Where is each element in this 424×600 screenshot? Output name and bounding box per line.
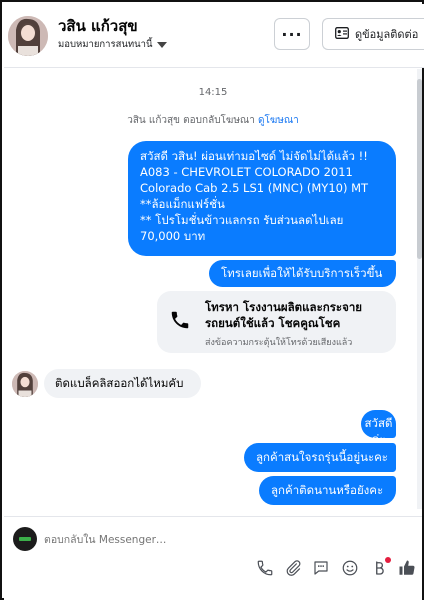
phone-icon xyxy=(169,309,191,331)
outgoing-message-bubble: ลูกค้าสนใจรถรุ่นนี้อยู่นะคะ xyxy=(244,443,396,472)
call-card-subtitle: ส่งข้อความกระตุ้นให้โทรด้วยเสียงแล้ว xyxy=(205,338,353,348)
call-card-title: โทรหา โรงงานผลิตและกระจายรถยนต์ใช้แล้ว โ… xyxy=(205,300,363,330)
payment-icon[interactable] xyxy=(370,557,391,577)
like-icon[interactable] xyxy=(398,559,416,577)
contact-card-icon xyxy=(335,26,349,42)
page-logo-icon xyxy=(13,527,37,551)
saved-reply-icon[interactable] xyxy=(312,559,330,577)
notification-dot xyxy=(385,557,391,563)
ad-line: ** โปรโมชั่นข้าวแลกรถ รับส่วนลดไปเลย xyxy=(140,213,344,227)
incoming-message-bubble: ติดแบล็คลิสออกได้ไหมคับ xyxy=(44,369,201,398)
ad-line: 70,000 บาท xyxy=(140,229,206,243)
call-cta-bubble: โทรเลยเพื่อให้ได้รับบริการเร็วขึ้น xyxy=(209,260,396,287)
message-composer xyxy=(4,516,422,600)
assign-conversation-dropdown[interactable]: มอบหมายการสนทนานี้ xyxy=(58,37,167,52)
phone-icon[interactable] xyxy=(256,559,274,577)
sender-avatar xyxy=(12,371,38,397)
assign-label: มอบหมายการสนทนานี้ xyxy=(58,39,153,50)
ad-reply-notice: วสิน แก้วสุข ตอบกลับโฆษณา ดูโฆษณา xyxy=(4,113,422,128)
attachment-icon[interactable] xyxy=(284,559,302,577)
ad-line: Colorado Cab 2.5 LS1 (MNC) (MY10) MT xyxy=(140,181,369,195)
view-ad-link[interactable]: ดูโฆษณา xyxy=(258,115,299,126)
more-options-button[interactable]: ··· xyxy=(274,18,310,50)
ad-reply-text: วสิน แก้วสุข ตอบกลับโฆษณา xyxy=(127,115,255,126)
scrollbar-thumb[interactable] xyxy=(417,79,422,259)
ad-line: **ล้อแม็กแฟร์ชั่น xyxy=(140,197,225,211)
call-card[interactable]: โทรหา โรงงานผลิตและกระจายรถยนต์ใช้แล้ว โ… xyxy=(157,291,396,353)
view-contact-info-button[interactable]: ดูข้อมูลติดต่อ xyxy=(322,18,424,50)
message-timestamp: 14:15 xyxy=(198,87,228,98)
outgoing-message-bubble: ลูกค้าติดนานหรือยังคะ xyxy=(259,476,396,505)
contact-avatar[interactable] xyxy=(8,16,48,56)
conversation-header: วสิน แก้วสุข มอบหมายการสนทนานี้ ··· ดูข้… xyxy=(4,4,424,68)
window-frame: วสิน แก้วสุข มอบหมายการสนทนานี้ ··· ดูข้… xyxy=(0,0,424,600)
reply-input[interactable] xyxy=(44,530,344,550)
ad-line: A083 - CHEVROLET COLORADO 2011 xyxy=(140,165,353,179)
caret-down-icon xyxy=(156,41,167,48)
ad-message-bubble: สวัสดี วสิน! ผ่อนเท่ามอไซด์ ไม่จัดไม่ได้… xyxy=(128,141,396,256)
emoji-icon[interactable] xyxy=(341,559,359,577)
contact-info-label: ดูข้อมูลติดต่อ xyxy=(355,28,419,41)
message-thread[interactable]: 14:15 วสิน แก้วสุข ตอบกลับโฆษณา ดูโฆษณา … xyxy=(4,69,422,516)
contact-name[interactable]: วสิน แก้วสุข xyxy=(58,14,138,38)
ad-line: สวัสดี วสิน! ผ่อนเท่ามอไซด์ ไม่จัดไม่ได้… xyxy=(140,149,368,163)
outgoing-message-bubble: สวัสดีค่ะ xyxy=(361,410,396,446)
